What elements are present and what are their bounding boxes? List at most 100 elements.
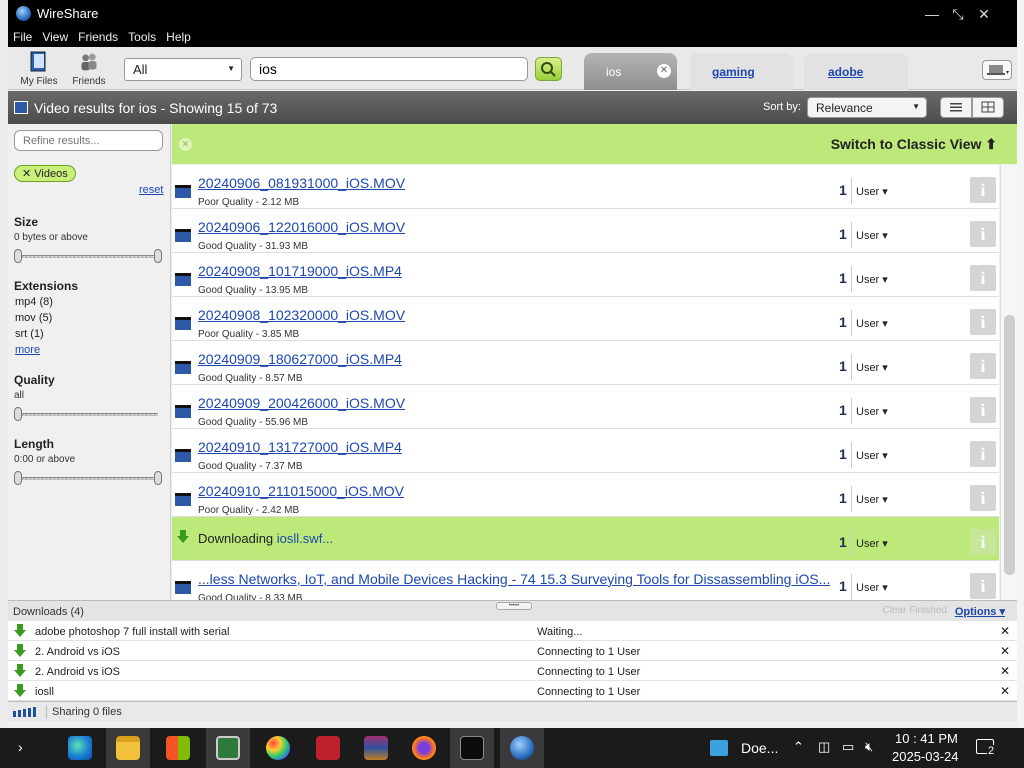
- taskbar-wireshare[interactable]: [500, 728, 544, 768]
- cancel-download-icon[interactable]: ✕: [1000, 664, 1010, 678]
- connection-status-button[interactable]: ▾: [982, 60, 1012, 80]
- extension-option-mp4[interactable]: mp4 (8): [15, 296, 53, 308]
- taskbar-firefox[interactable]: [402, 728, 446, 768]
- menu-friends[interactable]: Friends: [73, 28, 123, 46]
- taskbar-file-explorer[interactable]: [106, 728, 150, 768]
- taskbar-edge[interactable]: [58, 728, 102, 768]
- result-filename-link[interactable]: 20240909_200426000_iOS.MOV: [198, 395, 405, 411]
- result-user-dropdown[interactable]: User ▾: [856, 449, 888, 462]
- download-item[interactable]: iosll Connecting to 1 User ✕: [8, 681, 1017, 701]
- result-user-dropdown[interactable]: User ▾: [856, 405, 888, 418]
- more-extensions-link[interactable]: more: [15, 344, 40, 356]
- result-user-dropdown[interactable]: User ▾: [856, 537, 888, 550]
- result-row[interactable]: 20240910_211015000_iOS.MOV Poor Quality -…: [172, 473, 999, 517]
- result-filename-link[interactable]: 20240906_122016000_iOS.MOV: [198, 219, 405, 235]
- slider-max-handle[interactable]: [154, 471, 162, 485]
- extension-option-mov[interactable]: mov (5): [15, 312, 52, 324]
- clock-time[interactable]: 10 : 41 PM: [895, 731, 958, 746]
- taskbar-document[interactable]: Doe...: [706, 728, 782, 768]
- close-tab-icon[interactable]: ✕: [657, 64, 671, 78]
- meet-icon[interactable]: ◫: [818, 739, 830, 755]
- refine-results-input[interactable]: [14, 130, 163, 151]
- slider-min-handle[interactable]: [14, 471, 22, 485]
- info-icon[interactable]: i: [970, 177, 996, 203]
- result-row[interactable]: 20240908_101719000_iOS.MP4 Good Quality -…: [172, 253, 999, 297]
- result-user-dropdown[interactable]: User ▾: [856, 273, 888, 286]
- menu-tools[interactable]: Tools: [123, 28, 161, 46]
- result-row[interactable]: 20240908_102320000_iOS.MOV Poor Quality -…: [172, 297, 999, 341]
- info-icon[interactable]: i: [970, 573, 996, 599]
- download-item[interactable]: 2. Android vs iOS Connecting to 1 User ✕: [8, 661, 1017, 681]
- result-user-dropdown[interactable]: User ▾: [856, 185, 888, 198]
- download-item[interactable]: 2. Android vs iOS Connecting to 1 User ✕: [8, 641, 1017, 661]
- downloading-row[interactable]: Downloading iosll.swf... 1 User ▾ i: [172, 517, 999, 561]
- download-options-link[interactable]: Options ▾: [955, 605, 1005, 618]
- result-row[interactable]: 20240906_081931000_iOS.MOV Poor Quality -…: [172, 165, 999, 209]
- result-filename-link[interactable]: ...less Networks, IoT, and Mobile Device…: [198, 571, 830, 587]
- restore-button[interactable]: ⤡: [945, 3, 971, 25]
- tab-adobe[interactable]: adobe: [804, 53, 908, 90]
- result-filename-link[interactable]: 20240906_081931000_iOS.MOV: [198, 175, 405, 191]
- size-slider[interactable]: [14, 249, 162, 263]
- results-scrollbar[interactable]: [1000, 165, 1017, 600]
- resize-grip-icon[interactable]: •••••: [496, 602, 532, 610]
- minimize-button[interactable]: —: [919, 3, 945, 25]
- taskbar-acrobat[interactable]: [306, 728, 350, 768]
- sort-select[interactable]: Relevance ▼: [807, 97, 927, 118]
- result-filename-link[interactable]: 20240909_180627000_iOS.MP4: [198, 351, 402, 367]
- info-icon[interactable]: i: [970, 265, 996, 291]
- clear-finished-link[interactable]: Clear Finished: [883, 605, 947, 616]
- taskbar-paint[interactable]: [256, 728, 300, 768]
- friends-button[interactable]: Friends: [65, 50, 113, 88]
- result-user-dropdown[interactable]: User ▾: [856, 581, 888, 594]
- length-slider[interactable]: [14, 471, 162, 485]
- volume-muted-icon[interactable]: 🔇︎: [865, 739, 873, 755]
- search-input[interactable]: [250, 57, 528, 81]
- result-user-dropdown[interactable]: User ▾: [856, 493, 888, 506]
- menu-file[interactable]: File: [8, 28, 37, 46]
- scrollbar-thumb[interactable]: [1004, 315, 1015, 575]
- result-user-dropdown[interactable]: User ▾: [856, 317, 888, 330]
- tab-gaming[interactable]: gaming: [690, 53, 793, 90]
- tab-ios[interactable]: ios ✕: [584, 53, 677, 90]
- videos-filter-pill[interactable]: ✕ Videos: [14, 165, 76, 182]
- taskbar-store[interactable]: [156, 728, 200, 768]
- result-row[interactable]: 20240909_200426000_iOS.MOV Good Quality -…: [172, 385, 999, 429]
- result-user-dropdown[interactable]: User ▾: [856, 361, 888, 374]
- grid-view-button[interactable]: [972, 97, 1004, 118]
- switch-classic-view-link[interactable]: Switch to Classic View ⬆: [831, 136, 997, 153]
- result-filename-link[interactable]: 20240908_101719000_iOS.MP4: [198, 263, 402, 279]
- taskbar-terminal[interactable]: [450, 728, 494, 768]
- slider-max-handle[interactable]: [154, 249, 162, 263]
- slider-min-handle[interactable]: [14, 407, 22, 421]
- info-icon[interactable]: i: [970, 221, 996, 247]
- result-filename-link[interactable]: 20240910_211015000_iOS.MOV: [198, 483, 404, 499]
- info-icon[interactable]: i: [970, 397, 996, 423]
- chevron-up-icon[interactable]: ⌃: [793, 739, 804, 755]
- info-icon[interactable]: i: [970, 485, 996, 511]
- close-button[interactable]: ✕: [971, 3, 997, 25]
- taskbar-expand-button[interactable]: ›: [0, 728, 44, 768]
- search-type-select[interactable]: All ▼: [124, 58, 242, 81]
- slider-min-handle[interactable]: [14, 249, 22, 263]
- result-row[interactable]: 20240906_122016000_iOS.MOV Good Quality -…: [172, 209, 999, 253]
- extension-option-srt[interactable]: srt (1): [15, 328, 44, 340]
- my-files-button[interactable]: My Files: [15, 50, 63, 88]
- cancel-download-icon[interactable]: ✕: [1000, 684, 1010, 698]
- info-icon[interactable]: i: [970, 441, 996, 467]
- result-row[interactable]: ...less Networks, IoT, and Mobile Device…: [172, 561, 999, 600]
- result-row[interactable]: 20240909_180627000_iOS.MP4 Good Quality -…: [172, 341, 999, 385]
- taskbar-app-monitor[interactable]: [206, 728, 250, 768]
- reset-filters-link[interactable]: reset: [139, 184, 163, 196]
- list-view-button[interactable]: [940, 97, 972, 118]
- cancel-download-icon[interactable]: ✕: [1000, 624, 1010, 638]
- result-row[interactable]: 20240910_131727000_iOS.MP4 Good Quality -…: [172, 429, 999, 473]
- download-item[interactable]: adobe photoshop 7 full install with seri…: [8, 621, 1017, 641]
- title-bar[interactable]: WireShare — ⤡ ✕: [8, 0, 1017, 28]
- taskbar-winrar[interactable]: [354, 728, 398, 768]
- info-icon[interactable]: i: [970, 353, 996, 379]
- result-user-dropdown[interactable]: User ▾: [856, 229, 888, 242]
- info-icon[interactable]: i: [970, 309, 996, 335]
- cancel-download-icon[interactable]: ✕: [1000, 644, 1010, 658]
- info-icon[interactable]: i: [970, 529, 996, 555]
